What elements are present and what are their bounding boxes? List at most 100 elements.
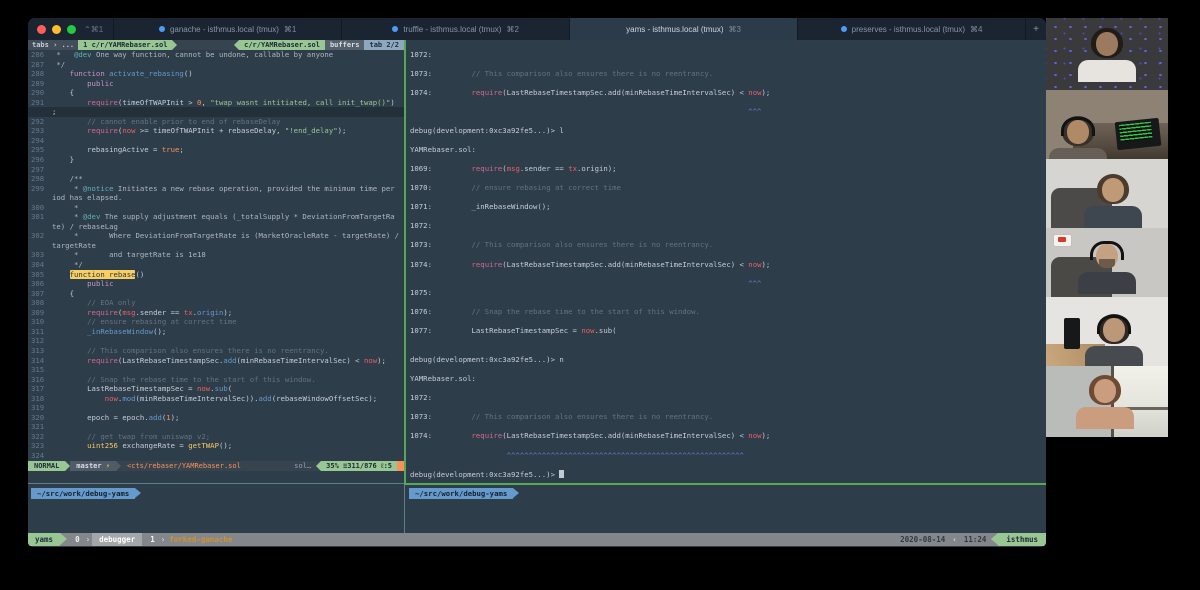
line-number: 311	[31, 326, 45, 336]
vim-code-area[interactable]: 286 * @dev One way function, cannot be u…	[28, 50, 404, 461]
headphones-graphic	[1060, 117, 1095, 137]
shoulders-graphic	[1078, 272, 1136, 295]
line-number: 296	[31, 155, 45, 165]
line-number: 289	[31, 78, 45, 88]
zoom-window-button[interactable]	[67, 24, 76, 34]
line-number: 320	[31, 412, 45, 422]
laptop-graphic	[1114, 118, 1161, 151]
code-line: 306 public	[28, 279, 404, 289]
tab-label: ganache - isthmus.local (tmux)	[169, 24, 279, 34]
terminal-line: 1071: _inRebaseWindow();	[410, 202, 551, 212]
line-number: 298	[31, 174, 45, 184]
line-number: 323	[31, 441, 45, 451]
shoulders-graphic	[1048, 148, 1107, 159]
video-thumbnail-participant-3[interactable]	[1046, 159, 1168, 228]
close-window-button[interactable]	[37, 24, 46, 34]
tmux-pane-border-vertical-bottom[interactable]	[404, 485, 405, 533]
line-number: 291	[31, 97, 45, 107]
tmux-window-name: forked-ganache	[169, 535, 233, 544]
video-thumbnail-participant-6[interactable]	[1046, 366, 1168, 437]
tmux-pane-border-horizontal-left[interactable]	[28, 483, 404, 484]
vim-tab-current[interactable]: 1 c/r/YAMRebaser.sol	[78, 40, 173, 50]
code-line: 317 LastRebaseTimestampSec = now.sub(	[28, 384, 404, 394]
shell-prompt-right[interactable]: ~/src/work/debug-yams	[409, 488, 520, 499]
vim-pane[interactable]: tabs › ... 1 c/r/YAMRebaser.sol c/r/YAMR…	[28, 40, 404, 483]
code-line: 311 _inRebaseWindow();	[28, 327, 404, 337]
iterm-window: ⌃⌘1 ganache - isthmus.local (tmux) ⌘1 truf…	[28, 18, 1046, 547]
video-thumbnail-participant-2[interactable]	[1046, 90, 1168, 159]
vim-statusline: NORMAL master ⚡ <cts/rebaser/YAMRebaser.…	[28, 461, 404, 471]
beard-graphic	[1099, 259, 1115, 269]
filetype-label: sol…	[294, 462, 312, 470]
line-number: 306	[31, 279, 45, 289]
video-thumbnail-participant-4[interactable]	[1046, 228, 1168, 297]
terminal-cursor	[559, 469, 565, 479]
terminal-tab[interactable]: yams - isthmus.local (tmux) ⌘3	[569, 18, 798, 40]
code-line: 302 * Where DeviationFromTargetRate is (…	[28, 231, 404, 241]
terminal-line: 1073: // This comparison also ensures th…	[410, 68, 714, 78]
code-line: 318 now.mod(minRebaseTimeIntervalSec)).a…	[28, 394, 404, 404]
terminal-line: 1076: // Snap the rebase time to the sta…	[410, 307, 700, 317]
terminal-line: 1072:	[410, 393, 432, 403]
chevron-right-icon: ›	[85, 535, 91, 544]
code-line: 291 require(timeOfTWAPInit > 0, "twap wa…	[28, 98, 404, 108]
shell-cwd: ~/src/work/debug-yams	[409, 488, 514, 499]
line-number: 293	[31, 126, 45, 136]
speaker-graphic	[1064, 317, 1081, 350]
participant-silhouette	[1075, 374, 1135, 429]
line-number: 312	[31, 336, 45, 346]
line-number: 304	[31, 260, 45, 270]
code-line: 294	[28, 136, 404, 146]
file-path: <cts/rebaser/YAMRebaser.sol	[127, 462, 241, 470]
tab-label: yams - isthmus.local (tmux)	[626, 24, 724, 34]
terminal-tab[interactable]: preserves - isthmus.local (tmux) ⌘4	[797, 18, 1025, 40]
terminal-tab[interactable]: ganache - isthmus.local (tmux) ⌘1	[113, 18, 341, 40]
terminal-tab[interactable]: truffle - isthmus.local (tmux) ⌘2	[341, 18, 569, 40]
tmux-date: 2020-08-14	[900, 535, 946, 544]
line-number: 302	[31, 231, 45, 241]
line-number: 315	[31, 365, 45, 375]
code-line: 301 * @dev The supply adjustment equals …	[28, 212, 404, 222]
tab-strip: ganache - isthmus.local (tmux) ⌘1 truffle …	[113, 18, 1025, 40]
line-number: 316	[31, 374, 45, 384]
terminal-line: YAMRebaser.sol:	[410, 145, 476, 155]
tab-shortcut: ⌘4	[970, 24, 983, 34]
new-tab-button[interactable]: +	[1025, 18, 1046, 40]
line-number: 286	[31, 50, 45, 59]
code-line: 308 // EOA only	[28, 298, 404, 308]
video-thumbnail-participant-5[interactable]	[1046, 297, 1168, 366]
line-number: 307	[31, 288, 45, 298]
video-call-strip	[1046, 18, 1168, 545]
minimize-window-button[interactable]	[52, 24, 61, 34]
debugger-output: 1072: 1073: // This comparison also ensur…	[406, 40, 1046, 479]
tmux-session-name: yams	[28, 533, 61, 546]
terminal-line: 1075:	[410, 288, 432, 298]
debugger-pane[interactable]: 1072: 1073: // This comparison also ensur…	[406, 40, 1046, 483]
tmux-pane-border-horizontal-right[interactable]	[404, 483, 1046, 485]
line-number: 321	[31, 422, 45, 432]
code-line: 323 uint256 exchangeRate = getTWAP();	[28, 441, 404, 451]
chevron-right-icon: ›	[160, 535, 166, 544]
video-thumbnail-participant-1[interactable]	[1046, 18, 1168, 90]
tmux-window-item: 0 › debugger	[67, 533, 143, 546]
vim-mode-indicator: NORMAL	[28, 461, 66, 471]
code-line: 303 * and targetRate is 1e18	[28, 250, 404, 260]
tmux-window-list: 0 › debugger 1 › forked-ganache	[67, 533, 238, 546]
code-line: ;	[28, 107, 404, 117]
vim-tabline: tabs › ... 1 c/r/YAMRebaser.sol c/r/YAMR…	[28, 40, 404, 50]
shoulders-graphic	[1084, 206, 1143, 228]
tmux-pane-border-vertical[interactable]	[404, 40, 406, 484]
code-line: 297	[28, 165, 404, 175]
shell-prompt-left[interactable]: ~/src/work/debug-yams	[31, 488, 142, 499]
code-line: targetRate	[52, 240, 96, 250]
tab-shortcut: ⌘1	[283, 24, 297, 34]
code-line: 307 {	[28, 289, 404, 299]
head-graphic	[1102, 178, 1125, 203]
terminal-line: 1074: require(LastRebaseTimestampSec.add…	[410, 87, 771, 97]
vim-buffer-name[interactable]: c/r/YAMRebaser.sol	[239, 40, 325, 50]
code-line: 309 require(msg.sender == tx.origin);	[28, 308, 404, 318]
